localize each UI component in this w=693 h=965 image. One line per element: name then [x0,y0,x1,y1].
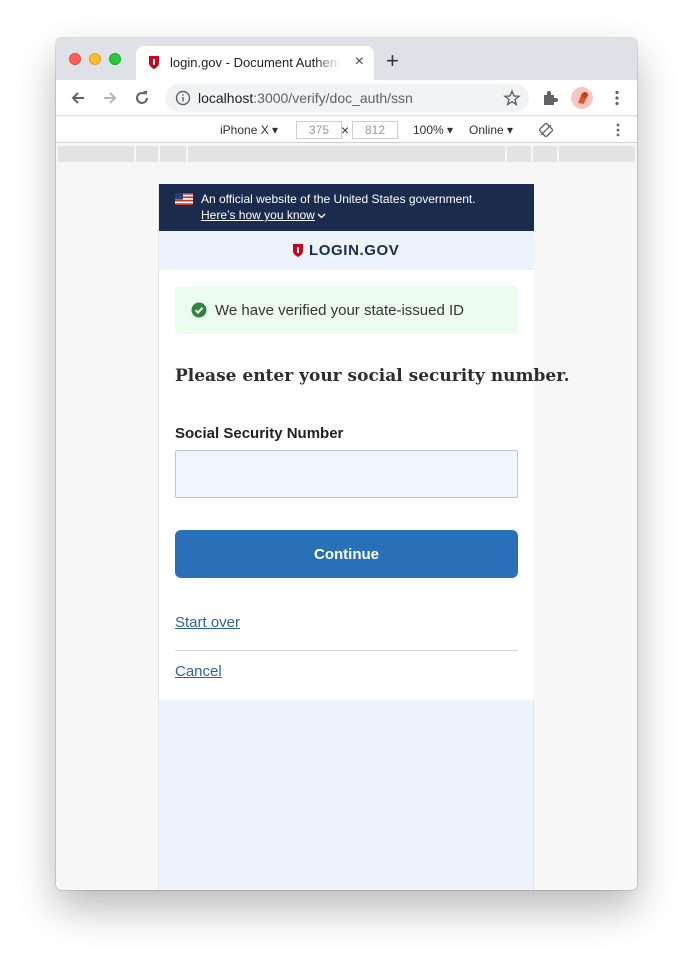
tab-login-gov[interactable]: login.gov - Document Authentication × [136,46,374,80]
ssn-input[interactable] [175,450,518,498]
info-icon[interactable] [175,90,191,106]
gov-banner: An official website of the United States… [159,184,534,231]
url-text: localhost:3000/verify/doc_auth/ssn [198,90,413,106]
heres-how-you-know-link[interactable]: Here’s how you know [201,208,315,222]
device-height-input[interactable]: 812 [352,121,398,139]
network-select[interactable]: Online ▾ [469,123,513,137]
device-width-input[interactable]: 375 [296,121,342,139]
success-alert: We have verified your state-issued ID [175,286,518,334]
close-window-button[interactable] [69,53,81,65]
forward-icon[interactable] [100,88,120,108]
ruler-segment[interactable] [505,146,507,162]
ruler-segment[interactable] [557,146,559,162]
cancel-link[interactable]: Cancel [175,663,222,680]
tab-strip: login.gov - Document Authentication × + [56,38,637,80]
continue-button[interactable]: Continue [175,530,518,578]
address-bar[interactable]: localhost:3000/verify/doc_auth/ssn [165,84,529,112]
gov-banner-text: An official website of the United States… [201,192,476,206]
chevron-down-icon[interactable] [317,211,326,220]
ssn-label: Social Security Number [175,425,344,442]
device-toolbar: iPhone X ▾ 375 × 812 100% ▾ Online ▾ [56,117,637,143]
new-tab-button[interactable]: + [386,50,399,72]
zoom-select[interactable]: 100% ▾ [413,123,453,137]
main-content: We have verified your state-issued ID Pl… [159,270,570,700]
shield-icon [293,244,303,257]
ruler-segment[interactable] [531,146,533,162]
success-alert-text: We have verified your state-issued ID [215,302,465,319]
minimize-window-button[interactable] [89,53,101,65]
rotate-icon[interactable] [538,122,554,138]
device-screen: An official website of the United States… [158,184,570,890]
ruler-segment[interactable] [186,146,188,162]
maximize-window-button[interactable] [109,53,121,65]
avatar[interactable] [571,87,593,109]
browser-toolbar: localhost:3000/verify/doc_auth/ssn [56,80,637,116]
url-host: localhost [198,90,254,106]
device-select[interactable]: iPhone X ▾ [220,123,278,137]
back-icon[interactable] [68,88,88,108]
page-title: Please enter your social security number… [175,366,570,386]
shield-icon [149,56,159,69]
flag-icon [175,193,193,205]
divider [175,650,518,651]
kebab-icon[interactable] [610,122,626,138]
browser-window: login.gov - Document Authentication × + … [56,38,637,890]
ruler-segment[interactable] [158,146,160,162]
start-over-link[interactable]: Start over [175,614,240,631]
reload-icon[interactable] [132,88,152,108]
dimension-separator: × [341,122,350,138]
check-circle-icon [191,302,207,318]
kebab-icon[interactable] [608,89,626,107]
star-icon[interactable] [503,89,521,107]
tab-title: login.gov - Document Authentication [170,55,340,70]
avatar-image [578,92,588,104]
site-logo[interactable]: LOGIN.GOV [309,242,399,259]
tab-close-button[interactable]: × [355,52,364,72]
ruler-segment[interactable] [134,146,136,162]
extensions-icon[interactable] [541,89,559,107]
url-path: :3000/verify/doc_auth/ssn [253,90,413,106]
media-query-ruler[interactable] [58,146,635,162]
site-header: LOGIN.GOV [159,231,534,270]
